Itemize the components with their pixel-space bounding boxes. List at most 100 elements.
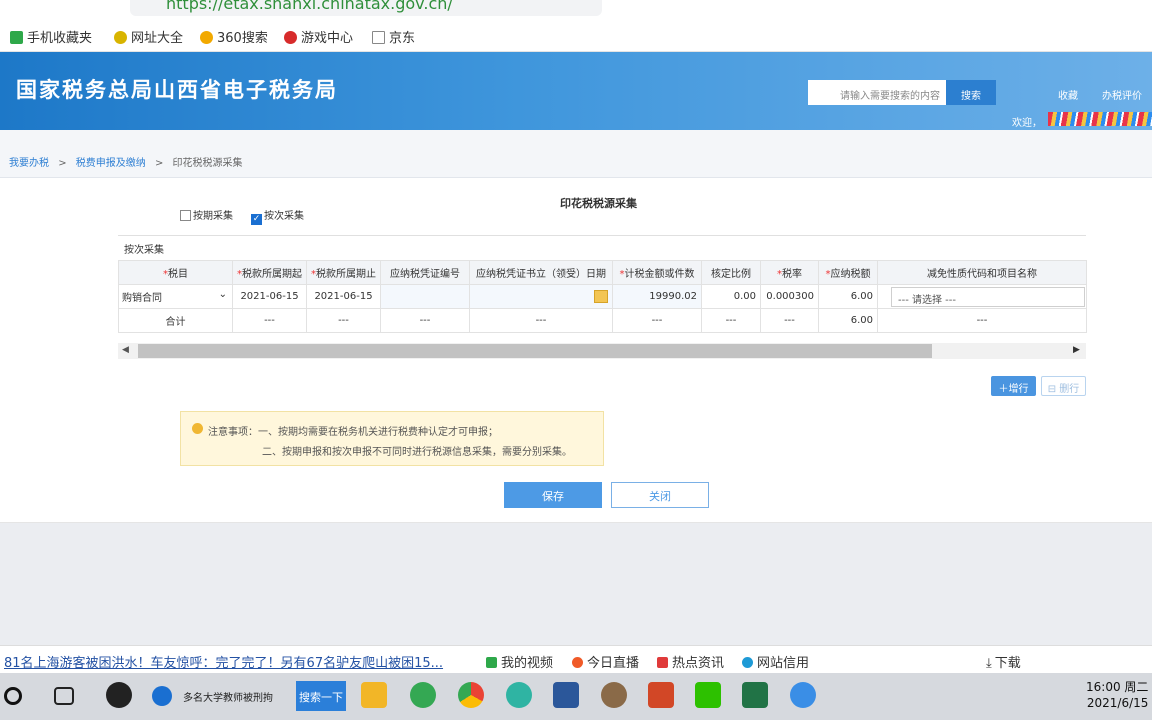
bookmark-360[interactable]: 360搜索 bbox=[200, 27, 268, 46]
taskbar: 多名大学教师被刑拘 搜索一下 16:00 周二 2021/6/15 bbox=[0, 673, 1152, 720]
breadcrumb-separator: > bbox=[154, 158, 164, 169]
tax-item-select[interactable]: 购销合同 ⌄ bbox=[118, 284, 233, 309]
bookmarks-bar: 手机收藏夹 网址大全 360搜索 游戏中心 京东 bbox=[0, 20, 1152, 52]
cert-number-input[interactable] bbox=[380, 284, 470, 309]
app-icon[interactable] bbox=[506, 682, 532, 708]
total-cell: --- bbox=[612, 308, 702, 333]
breadcrumb-separator: > bbox=[58, 158, 67, 169]
news-icon bbox=[657, 657, 668, 668]
col-header: *税率 bbox=[760, 260, 819, 285]
total-cell: --- bbox=[380, 308, 470, 333]
search360-icon bbox=[200, 31, 213, 44]
checkbox-checked-icon: ✓ bbox=[251, 214, 262, 225]
hot-news-link[interactable]: 热点资讯 bbox=[657, 652, 724, 671]
start-icon[interactable] bbox=[4, 687, 22, 705]
video-icon bbox=[486, 657, 497, 668]
address-bar[interactable]: https://etax.shanxi.chinatax.gov.cn/ bbox=[130, 0, 602, 16]
total-cell: --- bbox=[469, 308, 613, 333]
drop-icon bbox=[742, 657, 753, 668]
col-header: *税款所属期止 bbox=[306, 260, 381, 285]
wechat-icon[interactable] bbox=[695, 682, 721, 708]
camera-icon[interactable] bbox=[790, 682, 816, 708]
system-clock[interactable]: 16:00 周二 2021/6/15 bbox=[1086, 679, 1148, 711]
excel-icon[interactable] bbox=[742, 682, 768, 708]
site-search-button[interactable]: 搜索 bbox=[946, 80, 996, 105]
notice-line-1: 注意事项：一、按期均需要在税务机关进行税费种认定才可申报； bbox=[208, 427, 498, 438]
download-link[interactable]: ⤓ 下载 bbox=[986, 652, 1021, 671]
save-button[interactable]: 保存 bbox=[504, 482, 602, 508]
site-search-input[interactable]: 请输入需要搜索的内容 bbox=[808, 80, 946, 105]
page-icon bbox=[372, 31, 385, 44]
total-tax-cell: 6.00 bbox=[818, 308, 878, 333]
col-header: *税目 bbox=[118, 260, 233, 285]
folder-icon[interactable] bbox=[361, 682, 387, 708]
total-cell: --- bbox=[877, 308, 1087, 333]
welcome-text: 欢迎， bbox=[1012, 118, 1042, 129]
bookmark-games[interactable]: 游戏中心 bbox=[284, 27, 353, 46]
favorite-link[interactable]: 收藏 bbox=[1058, 87, 1078, 102]
taskbar-search-button[interactable]: 搜索一下 bbox=[296, 681, 346, 711]
calendar-icon[interactable] bbox=[594, 290, 608, 303]
site-credit-link[interactable]: 网站信用 bbox=[742, 652, 809, 671]
relief-select[interactable]: --- 请选择 --- bbox=[891, 286, 1085, 307]
site-banner: 国家税务总局山西省电子税务局 请输入需要搜索的内容 搜索 收藏 办税评价 欢迎， bbox=[0, 52, 1152, 130]
task-view-icon[interactable] bbox=[54, 687, 74, 705]
period-end-cell[interactable]: 2021-06-15 bbox=[306, 284, 381, 309]
col-header: *税款所属期起 bbox=[232, 260, 307, 285]
chrome-icon[interactable] bbox=[458, 682, 484, 708]
chevron-down-icon: ⌄ bbox=[218, 289, 227, 300]
breadcrumb-item-current: 印花税税源采集 bbox=[172, 158, 243, 169]
section-label: 按次采集 bbox=[124, 245, 164, 256]
notice-line-2: 二、按期申报和按次申报不可同时进行税源信息采集，需要分别采集。 bbox=[262, 447, 572, 458]
browser-status-bar: 81名上海游客被困洪水！车友惊呼：完了完了！另有67名驴友爬山被困15... 我… bbox=[0, 645, 1152, 673]
col-header: *应纳税额 bbox=[818, 260, 878, 285]
my-video-link[interactable]: 我的视频 bbox=[486, 652, 553, 671]
site-title: 国家税务总局山西省电子税务局 bbox=[16, 78, 338, 102]
collection-table: *税目 *税款所属期起 *税款所属期止 应纳税凭证编号 应纳税凭证书立（领受）日… bbox=[118, 260, 1087, 333]
decorative-stripes bbox=[1048, 112, 1152, 126]
avatar-app-icon[interactable] bbox=[601, 682, 627, 708]
checkbox-unchecked-icon bbox=[180, 210, 191, 221]
relief-cell: --- 请选择 --- bbox=[877, 284, 1087, 309]
close-button[interactable]: 关闭 bbox=[611, 482, 709, 508]
powerpoint-icon[interactable] bbox=[648, 682, 674, 708]
breadcrumb-item-tax[interactable]: 我要办税 bbox=[9, 158, 49, 169]
ratio-cell: 0.00 bbox=[701, 284, 761, 309]
by-period-checkbox[interactable]: 按期采集 bbox=[180, 207, 233, 222]
add-row-button[interactable]: ＋增行 bbox=[991, 376, 1036, 396]
cert-date-input[interactable] bbox=[469, 284, 613, 309]
fan-app-icon[interactable] bbox=[106, 682, 132, 708]
download-icon: ⤓ bbox=[986, 656, 992, 671]
news-headline-link[interactable]: 81名上海游客被困洪水！车友惊呼：完了完了！另有67名驴友爬山被困15... bbox=[4, 652, 443, 671]
by-time-checkbox[interactable]: ✓ 按次采集 bbox=[251, 207, 304, 225]
clock-date: 2021/6/15 bbox=[1086, 696, 1149, 710]
total-cell: --- bbox=[760, 308, 819, 333]
edge-icon[interactable] bbox=[410, 682, 436, 708]
col-header: 核定比例 bbox=[701, 260, 761, 285]
phone-icon bbox=[10, 31, 23, 44]
site-icon bbox=[114, 31, 127, 44]
total-cell: --- bbox=[232, 308, 307, 333]
live-link[interactable]: 今日直播 bbox=[572, 652, 639, 671]
page-title: 印花税税源采集 bbox=[560, 197, 637, 210]
delete-row-button[interactable]: ⊟ 删行 bbox=[1041, 376, 1086, 396]
period-start-cell[interactable]: 2021-06-15 bbox=[232, 284, 307, 309]
flame-icon bbox=[572, 657, 583, 668]
word-icon[interactable] bbox=[553, 682, 579, 708]
ie-icon[interactable] bbox=[152, 686, 172, 706]
scroll-right-icon[interactable]: ▶ bbox=[1073, 345, 1080, 355]
rate-link[interactable]: 办税评价 bbox=[1102, 87, 1142, 102]
total-cell: --- bbox=[701, 308, 761, 333]
notice-box: 注意事项：一、按期均需要在税务机关进行税费种认定才可申报； 二、按期申报和按次申… bbox=[180, 411, 604, 466]
scrollbar-thumb[interactable] bbox=[138, 344, 932, 358]
total-cell: --- bbox=[306, 308, 381, 333]
bookmark-mobile[interactable]: 手机收藏夹 bbox=[10, 27, 92, 46]
breadcrumb-item-declare[interactable]: 税费申报及缴纳 bbox=[76, 158, 146, 169]
col-header: 减免性质代码和项目名称 bbox=[877, 260, 1087, 285]
taskbar-window-title[interactable]: 多名大学教师被刑拘 bbox=[183, 689, 273, 704]
bookmark-jd[interactable]: 京东 bbox=[372, 27, 415, 46]
table-header-row: *税目 *税款所属期起 *税款所属期止 应纳税凭证编号 应纳税凭证书立（领受）日… bbox=[118, 260, 1087, 285]
amount-input[interactable]: 19990.02 bbox=[612, 284, 702, 309]
bookmark-sites[interactable]: 网址大全 bbox=[114, 27, 183, 46]
scroll-left-icon[interactable]: ◀ bbox=[122, 345, 129, 355]
